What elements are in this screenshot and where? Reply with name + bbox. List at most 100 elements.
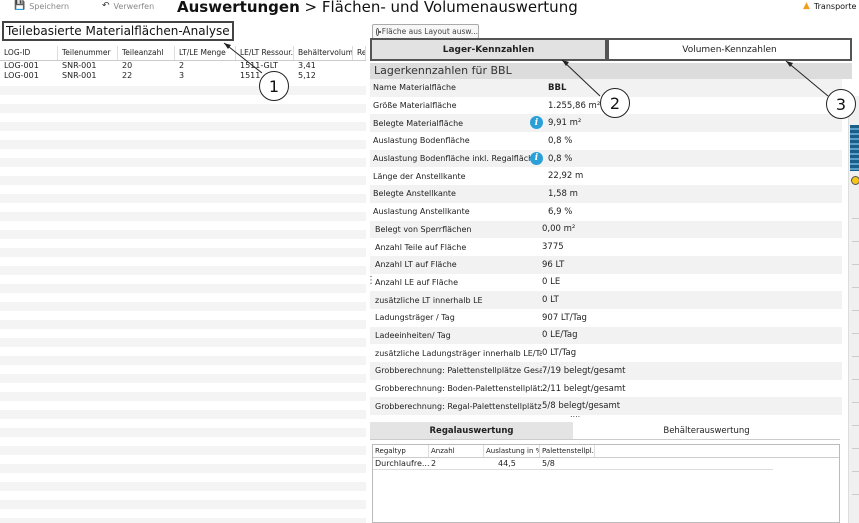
list-item: Auslastung Bodenfläche inkl. Regalfläche… xyxy=(370,149,842,168)
callout-3: 3 xyxy=(826,89,856,119)
column-header[interactable]: Palettenstellpl... xyxy=(540,445,595,457)
more-indicator[interactable]: .... xyxy=(570,410,580,419)
table-header: Regaltyp Anzahl Auslastung in % Paletten… xyxy=(373,445,839,458)
table-cell: LOG-001 xyxy=(4,71,39,80)
kennzahl-label: Belegte Materialfläche xyxy=(373,118,464,128)
kennzahl-value: BBL xyxy=(548,82,567,93)
kennzahl-value: 2/11 belegt/gesamt xyxy=(542,383,626,394)
info-icon[interactable]: i xyxy=(530,151,543,165)
table-cell: 2 xyxy=(179,61,185,70)
save-button[interactable]: 💾 Speichern xyxy=(14,1,69,11)
table-row[interactable]: LOG-001 SNR-001 22 3 1511 5,12 xyxy=(0,71,366,81)
side-panel-image xyxy=(850,125,859,171)
table-cell: 3,41 xyxy=(298,61,316,70)
kennzahl-value: 0 LT xyxy=(542,295,559,306)
side-panel-status-icon xyxy=(851,176,859,185)
warning-icon: ▲ xyxy=(803,1,810,11)
table-cell: SNR-001 xyxy=(62,61,97,70)
kennzahl-value: 1,58 m xyxy=(548,188,578,199)
radio-icon xyxy=(376,27,381,36)
kennzahl-label: Ladeeinheiten/ Tag xyxy=(375,330,451,340)
table-cell: Durchlaufre... xyxy=(375,459,429,468)
column-header[interactable]: Behältervolum... xyxy=(294,46,353,60)
list-item: Ladungsträger / Tag 907 LT/Tag xyxy=(370,309,842,327)
kennzahl-value: 7/19 belegt/gesamt xyxy=(542,365,626,376)
list-item: zusätzliche LT innerhalb LE 0 LT xyxy=(370,291,842,309)
table-cell: 5,12 xyxy=(298,71,316,80)
list-item: Belegt von Sperrflächen 0,00 m² xyxy=(370,220,842,239)
list-item: Anzahl Teile auf Fläche 3775 xyxy=(370,238,842,256)
kennzahl-label: Auslastung Bodenfläche inkl. Regalfläche xyxy=(373,154,539,164)
revert-label: Verwerfen xyxy=(113,1,155,11)
tab-lager-kennzahlen[interactable]: Lager-Kennzahlen xyxy=(370,38,607,61)
transport-label: Transporte n xyxy=(813,1,859,11)
column-header[interactable]: Auslastung in % xyxy=(484,445,540,457)
table-cell: 5/8 xyxy=(542,459,555,468)
transport-warning[interactable]: ▲ Transporte n xyxy=(803,1,859,11)
list-item: Auslastung Anstellkante 6,9 % xyxy=(370,203,842,221)
column-header[interactable]: Teileanzahl xyxy=(118,46,175,60)
kennzahl-label: Auslastung Bodenfläche xyxy=(373,136,470,146)
column-header[interactable]: LOG-ID xyxy=(0,46,58,60)
kennzahlen-header: Lagerkennzahlen für BBL xyxy=(370,63,852,79)
regal-table: Regaltyp Anzahl Auslastung in % Paletten… xyxy=(372,444,840,523)
column-header[interactable]: Regaltyp xyxy=(373,445,429,457)
table-cell: 3 xyxy=(179,71,185,80)
kennzahl-value: 0,8 % xyxy=(548,153,573,164)
select-area-from-layout-button[interactable]: Fläche aus Layout ausw... xyxy=(372,24,479,39)
list-item: Grobberechnung: Regal-Palettenstellplätz… xyxy=(370,397,842,416)
tab-volumen-kennzahlen[interactable]: Volumen-Kennzahlen xyxy=(607,38,852,61)
kennzahl-value: 0 LT/Tag xyxy=(542,348,577,359)
kennzahl-label: Grobberechnung: Palettenstellplätze Gesa… xyxy=(375,366,542,376)
list-item: Länge der Anstellkante 22,92 m xyxy=(370,167,842,185)
revert-button[interactable]: ↶ Verwerfen xyxy=(102,1,154,11)
table-row[interactable]: LOG-001 SNR-001 20 2 1511-GLT 3,41 xyxy=(0,61,366,71)
table-cell: 22 xyxy=(122,71,133,80)
kennzahl-value: 0,00 m² xyxy=(542,224,576,235)
left-table-empty-rows xyxy=(0,86,366,523)
column-header[interactable]: LT/LE Menge xyxy=(175,46,236,60)
table-cell: 44,5 xyxy=(498,459,516,468)
list-item: Anzahl LE auf Fläche 0 LE xyxy=(370,274,842,292)
kennzahlen-list: Name Materialfläche BBL Größe Materialflä… xyxy=(370,79,842,416)
kennzahl-label: Anzahl Teile auf Fläche xyxy=(375,242,467,252)
kennzahl-label: zusätzliche LT innerhalb LE xyxy=(375,295,483,305)
table-cell: LOG-001 xyxy=(4,61,39,70)
table-cell: 2 xyxy=(431,459,437,468)
tab-regalauswertung[interactable]: Regalauswertung xyxy=(370,422,573,439)
callout-1: 1 xyxy=(259,71,289,101)
column-header[interactable]: Anzahl xyxy=(429,445,484,457)
list-item: Auslastung Bodenfläche 0,8 % xyxy=(370,132,842,150)
page-title-section: Auswertungen xyxy=(177,0,300,16)
column-header[interactable]: Teilenummer xyxy=(58,46,118,60)
kennzahl-value: 9,91 m² xyxy=(548,118,582,129)
auswertung-tabs: Regalauswertung Behälterauswertung xyxy=(370,422,840,440)
kennzahl-label: Belegt von Sperrflächen xyxy=(375,224,472,234)
list-item: Belegte Materialfläche 9,91 m² i xyxy=(370,114,842,133)
kennzahl-value: 22,92 m xyxy=(548,171,584,182)
table-row[interactable]: Durchlaufre... 2 44,5 5/8 xyxy=(373,458,773,470)
kennzahl-label: zusätzliche Ladungsträger innerhalb LE/T… xyxy=(375,348,542,358)
kennzahl-label: Anzahl LE auf Fläche xyxy=(375,277,458,287)
list-item: Anzahl LT auf Fläche 96 LT xyxy=(370,255,842,274)
save-icon: 💾 xyxy=(14,1,26,11)
column-header[interactable]: LE/LT Ressour... xyxy=(236,46,294,60)
kennzahl-value: 0 LE/Tag xyxy=(542,330,578,341)
table-cell: SNR-001 xyxy=(62,71,97,80)
column-header[interactable]: Re xyxy=(353,46,366,60)
kennzahl-value: 907 LT/Tag xyxy=(542,312,587,323)
page-title: Auswertungen > Flächen- und Volumenauswe… xyxy=(177,0,578,16)
kennzahl-label: Auslastung Anstellkante xyxy=(373,207,470,217)
kennzahl-label: Länge der Anstellkante xyxy=(373,171,466,181)
kennzahl-value: 0,8 % xyxy=(548,135,573,146)
side-panel-rows xyxy=(852,196,859,516)
kennzahl-label: Grobberechnung: Boden-Palettenstellplätz… xyxy=(375,384,542,394)
list-item: Grobberechnung: Boden-Palettenstellplätz… xyxy=(370,380,842,398)
kennzahl-value: 0 LE xyxy=(542,277,561,288)
kennzahl-value: 5/8 belegt/gesamt xyxy=(542,401,621,412)
tab-behaelterauswertung[interactable]: Behälterauswertung xyxy=(573,422,840,439)
undo-icon: ↶ xyxy=(102,1,110,11)
layout-button-label: Fläche aus Layout ausw... xyxy=(381,27,478,36)
kennzahl-label: Name Materialfläche xyxy=(373,83,456,93)
page-title-rest: > Flächen- und Volumenauswertung xyxy=(299,0,578,16)
